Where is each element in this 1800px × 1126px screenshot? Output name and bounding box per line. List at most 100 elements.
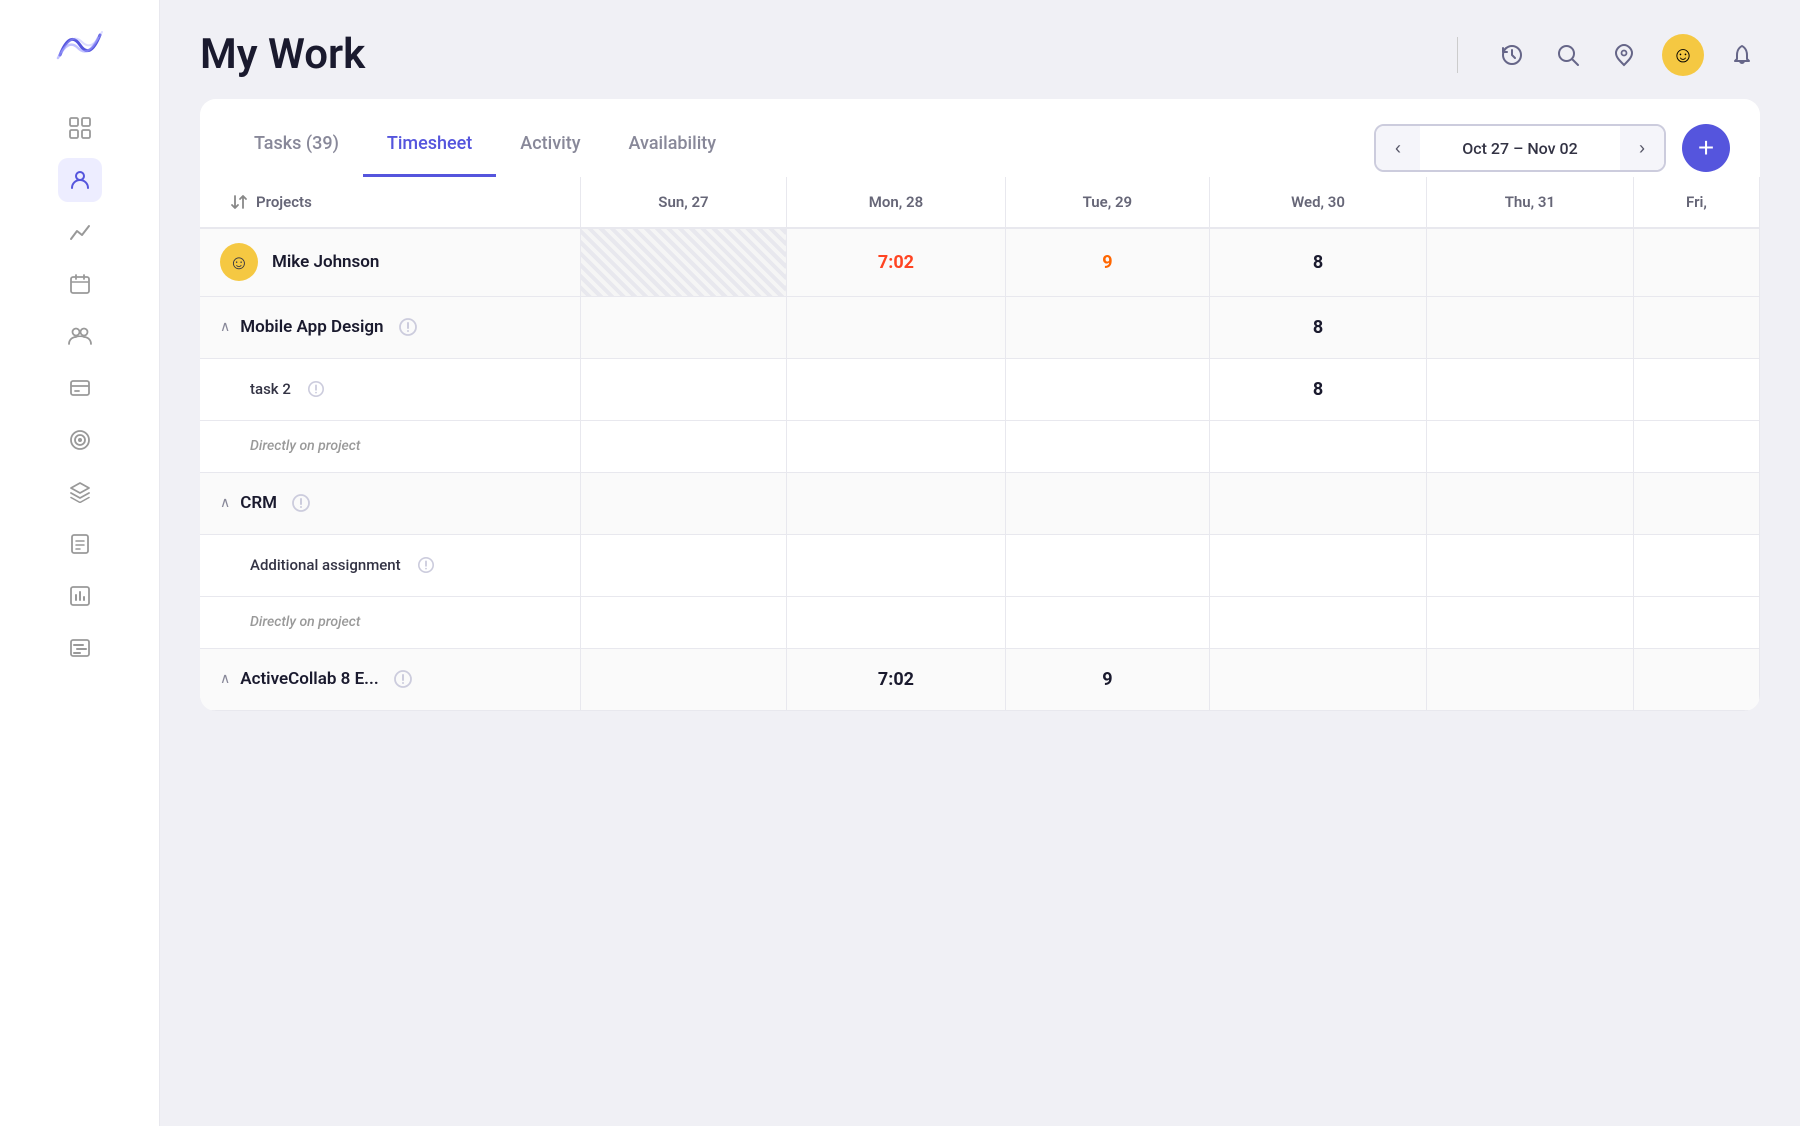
direct-cell: Directly on project [200, 420, 580, 472]
table-row: ∧ Mobile App Design [200, 296, 1760, 358]
page-title: My Work [200, 30, 365, 79]
col-header-tue: Tue, 29 [1005, 177, 1210, 228]
date-navigator: ‹ Oct 27 – Nov 02 › [1374, 124, 1666, 172]
cell-wed-add[interactable] [1210, 534, 1427, 596]
task-label: task 2 [250, 380, 291, 398]
sidebar-item-person[interactable] [58, 158, 102, 202]
cell-fri-proj1[interactable] [1633, 296, 1759, 358]
cell-tue-direct2[interactable] [1005, 596, 1210, 648]
cell-sun-user[interactable] [580, 228, 787, 296]
cell-tue-direct1[interactable] [1005, 420, 1210, 472]
history-icon[interactable] [1494, 37, 1530, 73]
tab-timesheet[interactable]: Timesheet [363, 119, 496, 177]
main-content: My Work [160, 0, 1800, 1126]
cell-wed-task1[interactable]: 8 [1210, 358, 1427, 420]
tabs-row: Tasks (39) Timesheet Activity Availabili… [230, 119, 740, 177]
sidebar-item-report[interactable] [58, 574, 102, 618]
sidebar-item-grid[interactable] [58, 106, 102, 150]
cell-fri-user[interactable] [1633, 228, 1759, 296]
cell-sun-crm[interactable] [580, 472, 787, 534]
project-cell-ac: ∧ ActiveCollab 8 E... [200, 648, 580, 710]
cell-fri-ac[interactable] [1633, 648, 1759, 710]
prev-week-button[interactable]: ‹ [1376, 126, 1420, 170]
cell-wed-proj1[interactable]: 8 [1210, 296, 1427, 358]
cell-tue-proj1[interactable] [1005, 296, 1210, 358]
add-button[interactable]: + [1682, 124, 1730, 172]
cell-sun-add[interactable] [580, 534, 787, 596]
sidebar-item-layers[interactable] [58, 470, 102, 514]
col-header-wed: Wed, 30 [1210, 177, 1427, 228]
tab-activity[interactable]: Activity [496, 119, 604, 177]
timesheet-grid: Projects Sun, 27 Mon, 28 Tue, 29 Wed, 30… [200, 177, 1760, 711]
col-header-thu: Thu, 31 [1426, 177, 1633, 228]
sidebar-item-calendar[interactable] [58, 262, 102, 306]
cell-fri-direct1[interactable] [1633, 420, 1759, 472]
cell-fri-add[interactable] [1633, 534, 1759, 596]
sidebar-item-billing[interactable] [58, 366, 102, 410]
directly-on-project-label: Directly on project [250, 438, 360, 454]
cell-mon-ac[interactable]: 7:02 [787, 648, 1005, 710]
cell-fri-direct2[interactable] [1633, 596, 1759, 648]
sidebar-item-target[interactable] [58, 418, 102, 462]
cell-mon-add[interactable] [787, 534, 1005, 596]
cell-tue-ac[interactable]: 9 [1005, 648, 1210, 710]
cell-sun-direct2[interactable] [580, 596, 787, 648]
col-header-fri: Fri, [1633, 177, 1759, 228]
cell-wed-ac[interactable] [1210, 648, 1427, 710]
project-label-crm: CRM [240, 493, 277, 513]
project-cell: ∧ Mobile App Design [200, 296, 580, 358]
sidebar-item-group[interactable] [58, 314, 102, 358]
col-header-projects: Projects [200, 177, 580, 228]
cell-tue-crm[interactable] [1005, 472, 1210, 534]
search-icon[interactable] [1550, 37, 1586, 73]
cell-thu-user[interactable] [1426, 228, 1633, 296]
cell-sun-proj1[interactable] [580, 296, 787, 358]
user-avatar[interactable]: ☺ [1662, 34, 1704, 76]
cell-wed-user[interactable]: 8 [1210, 228, 1427, 296]
cell-mon-crm[interactable] [787, 472, 1005, 534]
tab-tasks[interactable]: Tasks (39) [230, 119, 363, 177]
cell-sun-task1[interactable] [580, 358, 787, 420]
cell-thu-proj1[interactable] [1426, 296, 1633, 358]
controls-row: ‹ Oct 27 – Nov 02 › + [1374, 124, 1730, 172]
cell-fri-task1[interactable] [1633, 358, 1759, 420]
additional-assignment-label: Additional assignment [250, 556, 401, 574]
cell-thu-direct2[interactable] [1426, 596, 1633, 648]
sidebar-item-gantt[interactable] [58, 626, 102, 670]
bell-icon[interactable] [1724, 37, 1760, 73]
tab-availability[interactable]: Availability [605, 119, 741, 177]
cell-wed-direct1[interactable] [1210, 420, 1427, 472]
project-label: Mobile App Design [240, 317, 383, 337]
next-week-button[interactable]: › [1620, 126, 1664, 170]
cell-tue-task1[interactable] [1005, 358, 1210, 420]
cell-wed-direct2[interactable] [1210, 596, 1427, 648]
logo[interactable] [50, 20, 110, 74]
cell-thu-direct1[interactable] [1426, 420, 1633, 472]
table-row: ☺ Mike Johnson 7:02 9 8 [200, 228, 1760, 296]
sidebar-item-chart[interactable] [58, 210, 102, 254]
collapse-icon-ac[interactable]: ∧ [220, 671, 230, 687]
cell-tue-add[interactable] [1005, 534, 1210, 596]
cell-thu-task1[interactable] [1426, 358, 1633, 420]
cell-sun-ac[interactable] [580, 648, 787, 710]
collapse-icon-crm[interactable]: ∧ [220, 495, 230, 511]
cell-wed-crm[interactable] [1210, 472, 1427, 534]
header: My Work [160, 0, 1800, 99]
cell-sun-direct1[interactable] [580, 420, 787, 472]
cell-thu-ac[interactable] [1426, 648, 1633, 710]
table-row: ∧ ActiveCollab 8 E... [200, 648, 1760, 710]
task-cell-additional: Additional assignment [200, 534, 580, 596]
collapse-icon[interactable]: ∧ [220, 319, 230, 335]
cell-tue-user[interactable]: 9 [1005, 228, 1210, 296]
cell-fri-crm[interactable] [1633, 472, 1759, 534]
rocket-icon[interactable] [1606, 37, 1642, 73]
cell-mon-proj1[interactable] [787, 296, 1005, 358]
cell-mon-user[interactable]: 7:02 [787, 228, 1005, 296]
cell-mon-direct2[interactable] [787, 596, 1005, 648]
cell-thu-add[interactable] [1426, 534, 1633, 596]
cell-thu-crm[interactable] [1426, 472, 1633, 534]
cell-mon-task1[interactable] [787, 358, 1005, 420]
cell-mon-direct1[interactable] [787, 420, 1005, 472]
sidebar-item-tasks[interactable] [58, 522, 102, 566]
content-area: Tasks (39) Timesheet Activity Availabili… [160, 99, 1800, 1126]
